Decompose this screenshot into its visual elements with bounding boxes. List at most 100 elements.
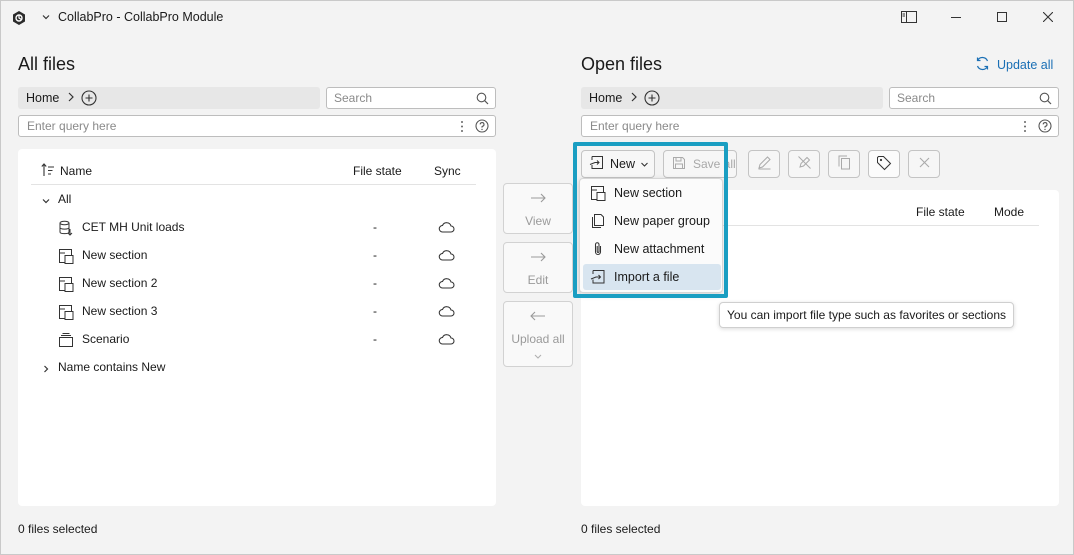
chevron-down-icon[interactable]	[41, 195, 51, 209]
minimize-button[interactable]	[933, 1, 979, 35]
app-window: CollabPro - CollabPro Module All files H…	[0, 0, 1074, 555]
row-file-state: -	[373, 220, 377, 234]
copy-icon	[837, 155, 851, 173]
pen-off-icon	[797, 155, 812, 173]
query-placeholder: Enter query here	[27, 119, 117, 133]
maximize-button[interactable]	[979, 1, 1025, 35]
group-row-all[interactable]: All	[18, 189, 496, 211]
row-file-state: -	[373, 332, 377, 346]
query-placeholder: Enter query here	[590, 119, 680, 133]
add-circle-icon[interactable]	[644, 90, 660, 106]
window-title: CollabPro - CollabPro Module	[58, 10, 224, 24]
all-files-panel: Name File state Sync All CET MH Unit loa…	[18, 149, 496, 506]
table-row[interactable]: New section 2 -	[18, 273, 496, 295]
section-icon	[590, 185, 606, 201]
upload-all-label: Upload all	[511, 332, 565, 346]
arrow-right-icon	[530, 251, 546, 265]
scenario-icon	[58, 332, 74, 351]
column-header-mode[interactable]: Mode	[994, 205, 1024, 219]
left-status-text: 0 files selected	[18, 522, 98, 536]
help-icon[interactable]	[475, 119, 489, 136]
more-options-icon[interactable]	[1023, 120, 1027, 136]
search-input[interactable]: Search	[326, 87, 496, 109]
row-file-state: -	[373, 276, 377, 290]
menu-item-new-paper-group[interactable]: New paper group	[583, 208, 721, 234]
section-icon	[58, 304, 74, 323]
table-row[interactable]: New section -	[18, 245, 496, 267]
view-button[interactable]: View	[503, 183, 573, 234]
cloud-icon	[438, 277, 455, 292]
update-all-label: Update all	[997, 58, 1054, 72]
row-name: New section 2	[82, 276, 158, 290]
chevron-down-icon[interactable]	[41, 11, 51, 21]
breadcrumb-home[interactable]: Home	[589, 91, 622, 105]
search-icon	[1039, 92, 1052, 108]
edit-tool-button[interactable]	[748, 150, 780, 178]
table-row[interactable]: New section 3 -	[18, 301, 496, 323]
query-input[interactable]: Enter query here	[581, 115, 1059, 137]
more-options-icon[interactable]	[460, 120, 464, 136]
left-pane-title: All files	[18, 54, 76, 74]
chevron-right-icon[interactable]	[41, 363, 51, 377]
add-circle-icon[interactable]	[81, 90, 97, 106]
update-all-button[interactable]: Update all	[975, 56, 1053, 74]
chevron-down-icon	[640, 157, 649, 171]
menu-item-new-section[interactable]: New section	[583, 180, 721, 206]
row-name: CET MH Unit loads	[82, 220, 185, 234]
menu-item-import-file[interactable]: Import a file	[583, 264, 721, 290]
import-icon	[590, 269, 606, 285]
search-placeholder: Search	[897, 91, 936, 105]
menu-item-label: New attachment	[614, 242, 705, 256]
menu-item-label: New section	[614, 186, 683, 200]
section-icon	[58, 276, 74, 295]
edit-button[interactable]: Edit	[503, 242, 573, 293]
column-header-file-state[interactable]: File state	[353, 164, 402, 178]
panel-icon	[901, 10, 917, 27]
panel-toggle-button[interactable]	[886, 1, 932, 35]
table-row[interactable]: Scenario -	[18, 329, 496, 351]
chevron-right-icon	[67, 91, 75, 105]
unlink-button[interactable]	[788, 150, 820, 178]
close-file-button[interactable]	[908, 150, 940, 178]
cloud-icon	[438, 305, 455, 320]
help-icon[interactable]	[1038, 119, 1052, 136]
chevron-down-icon[interactable]	[533, 350, 543, 364]
arrow-right-icon	[530, 192, 546, 206]
column-header-file-state[interactable]: File state	[916, 205, 965, 219]
group-row-name-contains-new[interactable]: Name contains New	[18, 357, 496, 379]
menu-item-label: New paper group	[614, 214, 710, 228]
close-icon	[1042, 11, 1054, 25]
row-file-state: -	[373, 304, 377, 318]
copy-button[interactable]	[828, 150, 860, 178]
save-all-label: Save all	[693, 157, 736, 171]
tag-icon	[876, 155, 892, 174]
import-icon	[589, 155, 604, 173]
tag-button[interactable]	[868, 150, 900, 178]
chevron-right-icon	[630, 91, 638, 105]
new-dropdown-menu: New section New paper group New attachme…	[579, 178, 723, 293]
maximize-icon	[997, 11, 1007, 25]
search-icon	[476, 92, 489, 108]
close-button[interactable]	[1025, 1, 1071, 35]
query-input[interactable]: Enter query here	[18, 115, 496, 137]
search-placeholder: Search	[334, 91, 373, 105]
header-divider	[721, 225, 1039, 226]
sort-icon[interactable]	[41, 163, 55, 180]
menu-item-new-attachment[interactable]: New attachment	[583, 236, 721, 262]
table-row[interactable]: CET MH Unit loads -	[18, 217, 496, 239]
save-icon	[672, 156, 686, 173]
upload-all-button[interactable]: Upload all	[503, 301, 573, 367]
paper-group-icon	[590, 213, 606, 229]
row-name: Scenario	[82, 332, 130, 346]
cloud-icon	[438, 249, 455, 264]
pencil-icon	[757, 155, 772, 173]
save-all-button[interactable]: Save all	[663, 150, 737, 178]
paperclip-icon	[590, 241, 606, 257]
search-input[interactable]: Search	[889, 87, 1059, 109]
header-divider	[31, 184, 476, 185]
column-header-name[interactable]: Name	[60, 164, 92, 178]
group-label: Name contains New	[58, 360, 166, 374]
new-dropdown-button[interactable]: New	[581, 150, 655, 178]
column-header-sync[interactable]: Sync	[434, 164, 461, 178]
breadcrumb-home[interactable]: Home	[26, 91, 59, 105]
